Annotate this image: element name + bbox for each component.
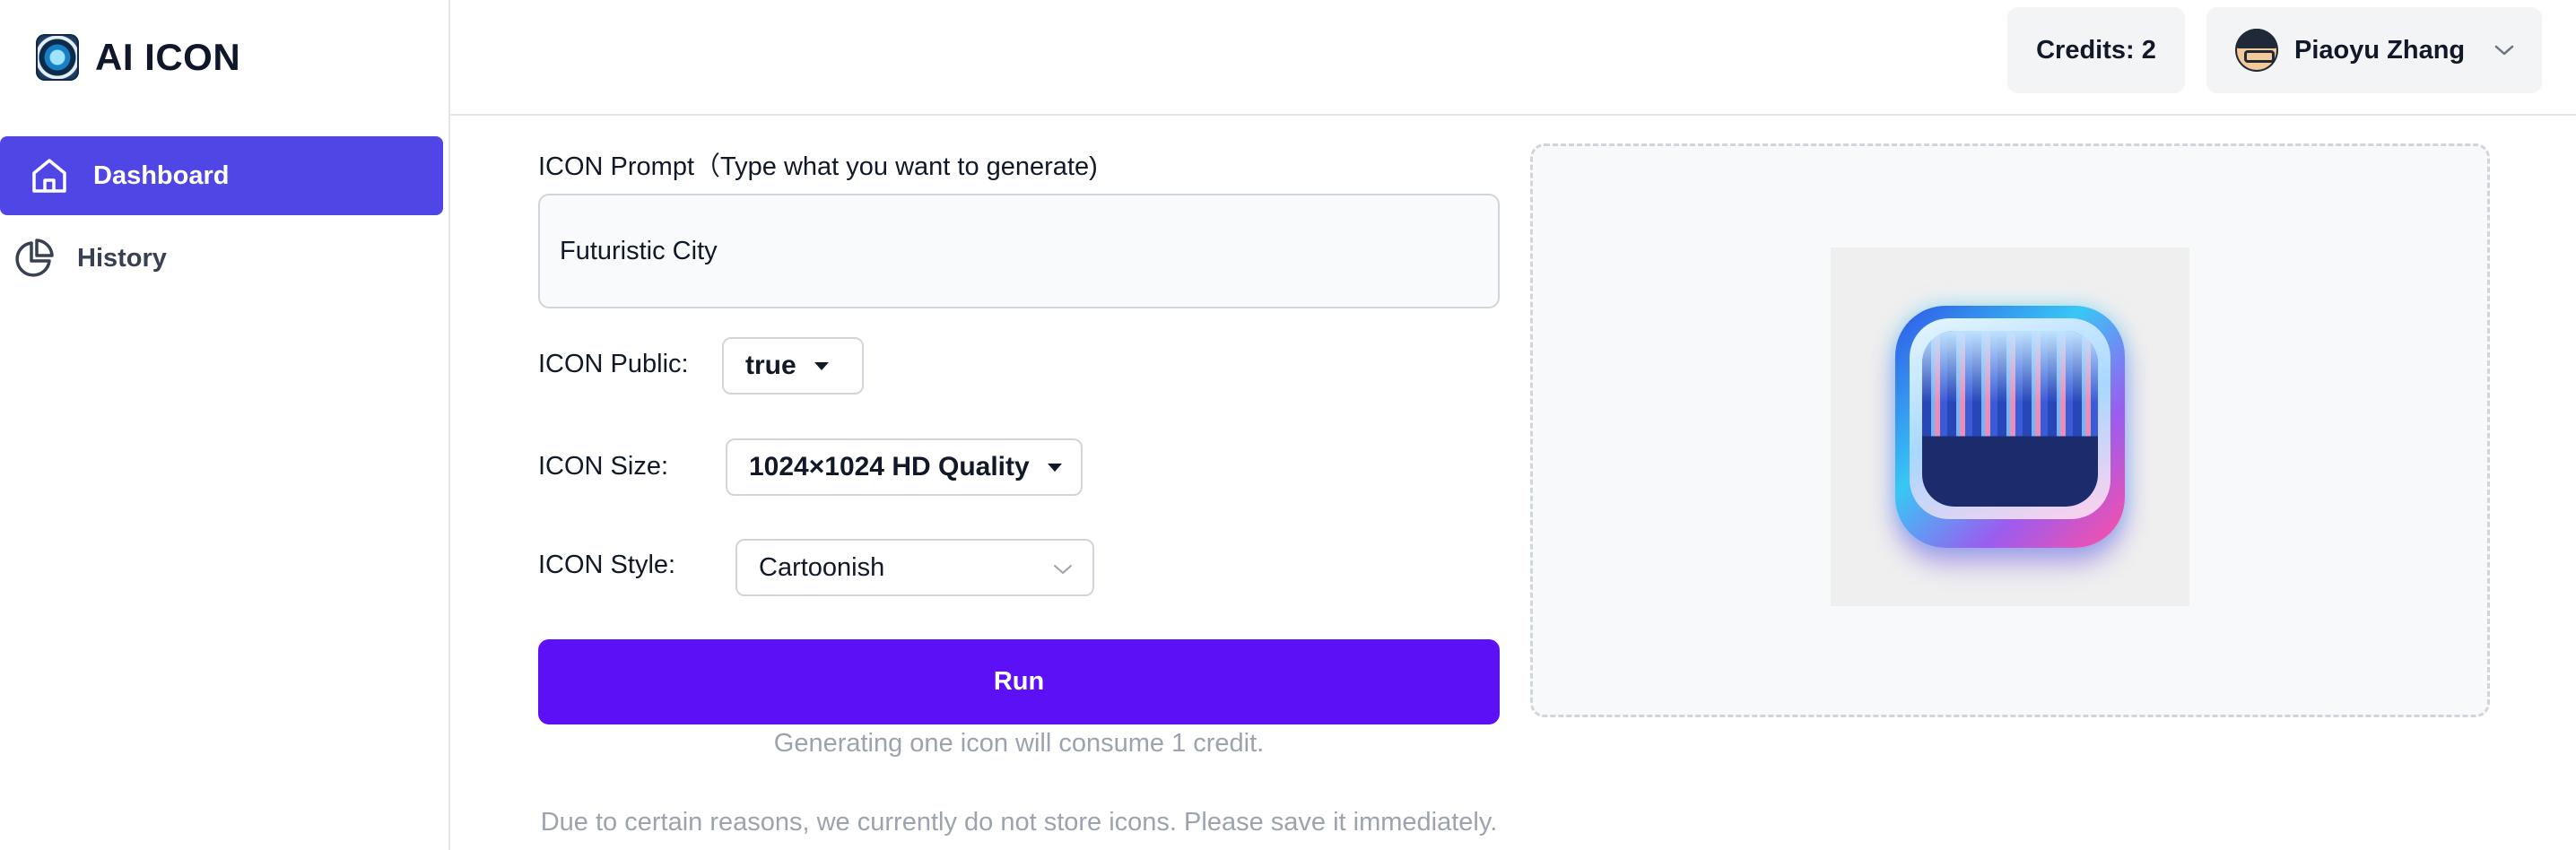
public-value: true — [745, 351, 796, 380]
chevron-down-icon — [1053, 553, 1073, 583]
camera-lens-icon — [36, 34, 79, 81]
city-illustration — [1922, 331, 2098, 507]
prompt-input[interactable] — [538, 194, 1500, 308]
public-select[interactable]: true — [722, 337, 864, 395]
sidebar-item-label: History — [77, 243, 167, 273]
generated-icon-image[interactable] — [1831, 247, 2189, 606]
style-select[interactable]: Cartoonish — [735, 539, 1094, 596]
size-value: 1024×1024 HD Quality — [749, 452, 1030, 481]
public-label: ICON Public: — [538, 350, 689, 378]
sidebar: AI ICON Dashboard History — [0, 0, 450, 850]
sidebar-item-label: Dashboard — [93, 160, 230, 190]
sidebar-item-history[interactable]: History — [0, 219, 443, 298]
home-icon — [28, 154, 71, 197]
run-button[interactable]: Run — [538, 639, 1500, 724]
style-label: ICON Style: — [538, 551, 676, 579]
chevron-down-icon — [2492, 38, 2517, 63]
storage-note: Due to certain reasons, we currently do … — [540, 808, 1498, 837]
preview-panel — [1530, 143, 2490, 717]
credits-badge[interactable]: Credits: 2 — [2007, 7, 2185, 93]
style-value: Cartoonish — [759, 552, 885, 582]
futuristic-city-app-icon — [1895, 306, 2125, 548]
app-title: AI ICON — [95, 36, 241, 78]
size-label: ICON Size: — [538, 452, 669, 481]
brand[interactable]: AI ICON — [36, 32, 240, 82]
pie-chart-icon — [13, 237, 56, 280]
caret-down-icon — [814, 361, 829, 370]
top-header: Credits: 2 Piaoyu Zhang — [450, 0, 2576, 116]
avatar — [2235, 29, 2278, 72]
credit-note: Generating one icon will consume 1 credi… — [773, 729, 1265, 758]
credits-label: Credits: 2 — [2036, 35, 2156, 65]
user-name: Piaoyu Zhang — [2294, 35, 2466, 65]
prompt-label: ICON Prompt（Type what you want to genera… — [538, 152, 1098, 181]
user-menu-button[interactable]: Piaoyu Zhang — [2206, 7, 2542, 93]
size-select[interactable]: 1024×1024 HD Quality — [726, 438, 1083, 496]
sidebar-item-dashboard[interactable]: Dashboard — [0, 136, 443, 215]
caret-down-icon — [1047, 463, 1062, 472]
